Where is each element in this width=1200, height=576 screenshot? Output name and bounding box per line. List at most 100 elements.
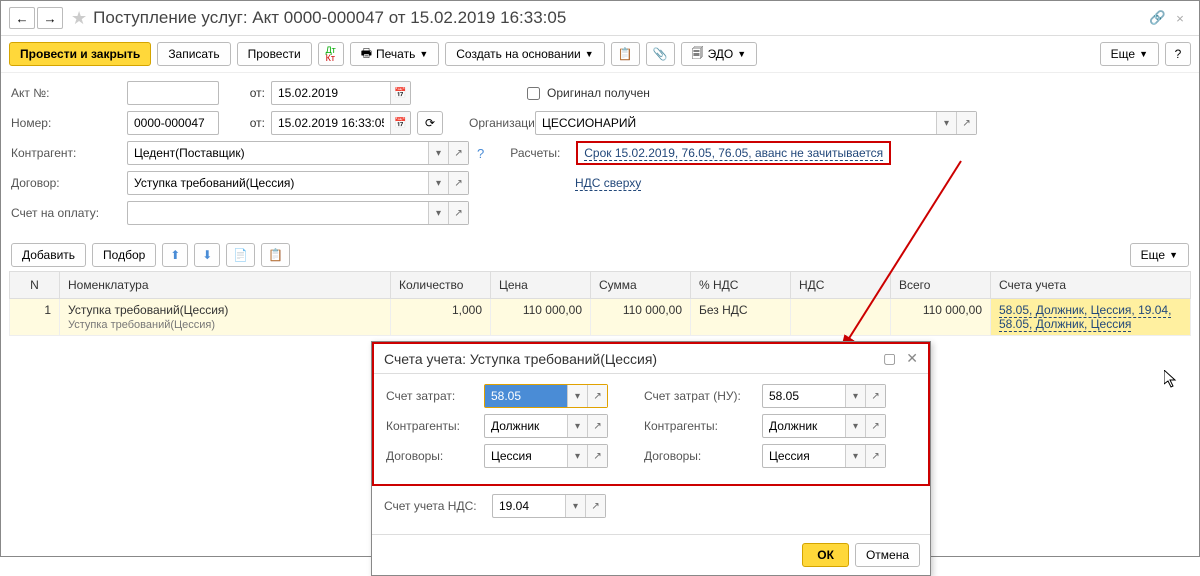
refresh-button[interactable]: ⟳: [417, 111, 443, 135]
vat-link[interactable]: НДС сверху: [575, 176, 641, 191]
dropdown-icon[interactable]: ▾: [936, 112, 956, 134]
edo-button[interactable]: 🗐 ЭДО ▼: [681, 42, 758, 66]
col-n[interactable]: N: [10, 272, 60, 299]
open-icon[interactable]: ↗: [865, 385, 885, 407]
settlements-label: Расчеты:: [490, 146, 570, 160]
open-icon[interactable]: ↗: [587, 385, 607, 407]
table-more-button[interactable]: Еще ▼: [1130, 243, 1189, 267]
open-icon[interactable]: ↗: [448, 142, 468, 164]
open-icon[interactable]: ↗: [585, 495, 605, 517]
settlements-link[interactable]: Срок 15.02.2019, 76.05, 76.05, аванс не …: [584, 146, 883, 161]
vat-account-input[interactable]: ▾ ↗: [492, 494, 606, 518]
act-date-input[interactable]: 📅: [271, 81, 411, 105]
dtkt-button[interactable]: ДтКт: [318, 42, 344, 66]
cost-account-nu-input[interactable]: ▾ ↗: [762, 384, 886, 408]
contracts-label: Договоры:: [386, 449, 476, 463]
save-button[interactable]: Записать: [157, 42, 230, 66]
copy-button[interactable]: 📋: [611, 42, 640, 66]
page-title: Поступление услуг: Акт 0000-000047 от 15…: [93, 8, 566, 28]
number-input[interactable]: [127, 111, 219, 135]
col-qty[interactable]: Количество: [391, 272, 491, 299]
nav-back-button[interactable]: ←: [9, 7, 35, 29]
dropdown-icon[interactable]: ▾: [567, 415, 587, 437]
dropdown-icon[interactable]: ▾: [845, 385, 865, 407]
contract2-input[interactable]: ▾ ↗: [762, 444, 886, 468]
dialog-title: Счета учета: Уступка требований(Цессия): [384, 351, 657, 367]
copy-row-button[interactable]: 📄: [226, 243, 255, 267]
open-icon[interactable]: ↗: [448, 172, 468, 194]
more-button[interactable]: Еще ▼: [1100, 42, 1159, 66]
col-price[interactable]: Цена: [491, 272, 591, 299]
main-toolbar: Провести и закрыть Записать Провести ДтК…: [1, 36, 1199, 73]
ok-button[interactable]: ОК: [802, 543, 849, 567]
accounts-link[interactable]: 58.05, Должник, Цессия, 19.04, 58.05, До…: [999, 303, 1171, 332]
dropdown-icon[interactable]: ▾: [428, 142, 448, 164]
dropdown-icon[interactable]: ▾: [845, 415, 865, 437]
original-received-checkbox[interactable]: Оригинал получен: [523, 84, 650, 103]
col-vatpct[interactable]: % НДС: [691, 272, 791, 299]
table-toolbar: Добавить Подбор ⬆ ⬇ 📄 📋 Еще ▼: [1, 239, 1199, 271]
create-based-button[interactable]: Создать на основании ▼: [445, 42, 604, 66]
contractor-input[interactable]: ▾ ↗: [127, 141, 469, 165]
vat-account-label: Счет учета НДС:: [384, 499, 484, 513]
contract-input[interactable]: ▾ ↗: [127, 171, 469, 195]
cost-account-input[interactable]: ▾ ↗: [484, 384, 608, 408]
open-icon[interactable]: ↗: [587, 445, 607, 467]
dropdown-icon[interactable]: ▾: [565, 495, 585, 517]
org-input[interactable]: ▾ ↗: [535, 111, 977, 135]
close-icon[interactable]: ×: [1169, 8, 1191, 28]
add-button[interactable]: Добавить: [11, 243, 86, 267]
invoice-input[interactable]: ▾ ↗: [127, 201, 469, 225]
nav-forward-button[interactable]: →: [37, 7, 63, 29]
contractor2-input[interactable]: ▾ ↗: [762, 414, 886, 438]
calendar-icon[interactable]: 📅: [390, 112, 410, 134]
open-icon[interactable]: ↗: [587, 415, 607, 437]
print-button[interactable]: 🖶 Печать ▼: [350, 42, 440, 66]
open-icon[interactable]: ↗: [865, 445, 885, 467]
dropdown-icon[interactable]: ▾: [845, 445, 865, 467]
star-icon[interactable]: ★: [71, 8, 87, 29]
link-icon[interactable]: 🔗: [1143, 8, 1165, 28]
datetime-input[interactable]: 📅: [271, 111, 411, 135]
paste-row-button[interactable]: 📋: [261, 243, 290, 267]
settlements-highlight: Срок 15.02.2019, 76.05, 76.05, аванс не …: [576, 141, 891, 165]
act-no-input[interactable]: [127, 81, 219, 105]
contractors-label-2: Контрагенты:: [644, 419, 754, 433]
attach-button[interactable]: 📎: [646, 42, 675, 66]
post-button[interactable]: Провести: [237, 42, 312, 66]
select-button[interactable]: Подбор: [92, 243, 156, 267]
open-icon[interactable]: ↗: [865, 415, 885, 437]
org-label: Организация:: [449, 116, 529, 130]
col-total[interactable]: Всего: [891, 272, 991, 299]
move-up-button[interactable]: ⬆: [162, 243, 188, 267]
open-icon[interactable]: ↗: [956, 112, 976, 134]
table-row[interactable]: 1 Уступка требований(Цессия) Уступка тре…: [10, 299, 1191, 336]
maximize-icon[interactable]: ▢: [883, 350, 896, 367]
open-icon[interactable]: ↗: [448, 202, 468, 224]
dropdown-icon[interactable]: ▾: [567, 385, 587, 407]
move-down-button[interactable]: ⬇: [194, 243, 220, 267]
contract1-input[interactable]: ▾ ↗: [484, 444, 608, 468]
dropdown-icon[interactable]: ▾: [428, 202, 448, 224]
cost-account-nu-label: Счет затрат (НУ):: [644, 389, 754, 403]
nomen-subtext: Уступка требований(Цессия): [68, 319, 382, 331]
dialog-close-icon[interactable]: ✕: [906, 350, 918, 367]
dropdown-icon[interactable]: ▾: [567, 445, 587, 467]
contractor1-input[interactable]: ▾ ↗: [484, 414, 608, 438]
help-icon[interactable]: ?: [477, 146, 484, 161]
post-and-close-button[interactable]: Провести и закрыть: [9, 42, 151, 66]
contract-label: Договор:: [11, 176, 121, 190]
contracts-label-2: Договоры:: [644, 449, 754, 463]
col-vat[interactable]: НДС: [791, 272, 891, 299]
items-table: N Номенклатура Количество Цена Сумма % Н…: [9, 271, 1191, 336]
help-button[interactable]: ?: [1165, 42, 1191, 66]
from-label-2: от:: [225, 116, 265, 130]
dropdown-icon[interactable]: ▾: [428, 172, 448, 194]
calendar-icon[interactable]: 📅: [390, 82, 410, 104]
cancel-button[interactable]: Отмена: [855, 543, 920, 567]
col-sum[interactable]: Сумма: [591, 272, 691, 299]
invoice-label: Счет на оплату:: [11, 206, 121, 220]
col-accounts[interactable]: Счета учета: [991, 272, 1191, 299]
col-nomen[interactable]: Номенклатура: [60, 272, 391, 299]
title-bar: ← → ★ Поступление услуг: Акт 0000-000047…: [1, 1, 1199, 36]
